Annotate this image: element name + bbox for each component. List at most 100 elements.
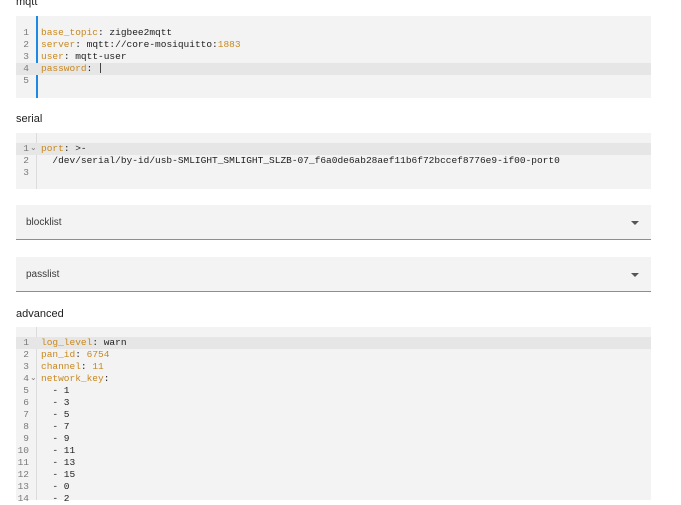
blocklist-label: blocklist: [26, 217, 62, 228]
code-line[interactable]: 6 - 3: [16, 397, 651, 409]
code-line[interactable]: 11 - 13: [16, 457, 651, 469]
yaml-key: password: [41, 63, 87, 74]
yaml-separator: :: [86, 63, 99, 74]
yaml-value: - 2: [41, 493, 70, 504]
code-text: pan_id: 6754: [41, 349, 109, 361]
code-line[interactable]: 2 /dev/serial/by-id/usb-SMLIGHT_SMLIGHT_…: [16, 155, 651, 167]
line-number: 3: [23, 51, 29, 62]
section-label-serial: serial: [16, 113, 43, 125]
yaml-value: /dev/serial/by-id/usb-SMLIGHT_SMLIGHT_SL…: [41, 155, 560, 166]
code-text: password:: [41, 63, 102, 75]
yaml-key: pan_id: [41, 349, 76, 360]
code-line[interactable]: 3 user: mqtt-user: [16, 51, 651, 63]
yaml-value: zigbee2mqtt: [109, 27, 173, 38]
code-text: channel: 11: [41, 361, 104, 373]
code-line[interactable]: 2 pan_id: 6754: [16, 349, 651, 361]
fold-chevron-icon: ⌄: [30, 374, 37, 383]
yaml-value: - 9: [41, 433, 70, 444]
line-number: 2: [23, 349, 29, 360]
yaml-separator: :: [92, 337, 104, 348]
yaml-separator: :: [75, 349, 87, 360]
passlist-dropdown[interactable]: passlist: [16, 257, 651, 292]
code-line[interactable]: 4 password:: [16, 63, 651, 75]
line-number: 12: [17, 469, 29, 480]
code-text: - 0: [41, 481, 69, 493]
yaml-value: - 7: [41, 421, 70, 432]
line-number: 1: [23, 337, 29, 348]
yaml-value: mqtt-user: [75, 51, 127, 62]
code-text: /dev/serial/by-id/usb-SMLIGHT_SMLIGHT_SL…: [41, 155, 560, 167]
line-number: 10: [17, 445, 29, 456]
code-line[interactable]: 14 - 2: [16, 493, 651, 505]
yaml-number: 6754: [86, 349, 110, 360]
line-number: 2: [23, 39, 29, 50]
passlist-label: passlist: [26, 269, 60, 280]
code-text: network_key:: [41, 373, 109, 385]
serial-yaml-editor[interactable]: 1 ⌄ port: >- 2 /dev/serial/by-id/usb-SMLIGH…: [16, 133, 651, 189]
line-number: 1: [23, 143, 29, 154]
yaml-value: - 15: [41, 469, 76, 480]
code-text: - 7: [41, 421, 70, 433]
line-number: 9: [23, 433, 29, 444]
yaml-value: mqtt://core-mosiquitto:: [86, 39, 218, 50]
line-number: 14: [17, 493, 29, 504]
code-line[interactable]: 5 - 1: [16, 385, 651, 397]
code-line[interactable]: 4 ⌄ network_key:: [16, 373, 651, 385]
code-text: server: mqtt://core-mosiquitto:1883: [41, 39, 241, 51]
section-label-advanced: advanced: [16, 308, 64, 320]
code-line[interactable]: 1 ⌄ port: >-: [16, 143, 651, 155]
yaml-key: port: [41, 143, 64, 154]
code-text: - 1: [41, 385, 70, 397]
code-line[interactable]: 7 - 5: [16, 409, 651, 421]
dropdown-arrow-icon: [631, 221, 639, 225]
yaml-value: >-: [75, 143, 87, 154]
yaml-number: 1883: [217, 39, 241, 50]
yaml-value: - 1: [41, 385, 70, 396]
mqtt-yaml-editor[interactable]: 1 base_topic: zigbee2mqtt 2 server: mqtt://…: [16, 16, 651, 98]
blocklist-dropdown[interactable]: blocklist: [16, 205, 651, 240]
code-line[interactable]: 9 - 9: [16, 433, 651, 445]
code-text: base_topic: zigbee2mqtt: [41, 27, 172, 39]
yaml-value: - 3: [41, 397, 70, 408]
yaml-value: warn: [103, 337, 127, 348]
code-line[interactable]: 13 - 0: [16, 481, 651, 493]
code-text: - 15: [41, 469, 75, 481]
line-number: 5: [23, 385, 29, 396]
advanced-yaml-editor[interactable]: 1 log_level: warn 2 pan_id: 6754 3 channel: 1…: [16, 327, 651, 504]
code-text: - 9: [41, 433, 70, 445]
code-line[interactable]: 5: [16, 75, 651, 87]
yaml-separator: :: [80, 361, 93, 372]
yaml-separator: :: [103, 373, 110, 384]
yaml-key: user: [41, 51, 64, 62]
code-text: log_level: warn: [41, 337, 127, 349]
code-line[interactable]: 3: [16, 167, 651, 179]
yaml-separator: :: [63, 143, 76, 154]
line-number: 5: [23, 75, 29, 86]
code-line[interactable]: 12 - 15: [16, 469, 651, 481]
text-caret: [100, 63, 102, 74]
code-text: user: mqtt-user: [41, 51, 127, 63]
code-line[interactable]: 1 log_level: warn: [16, 337, 651, 349]
code-line[interactable]: 3 channel: 11: [16, 361, 651, 373]
code-text: port: >-: [41, 143, 87, 155]
code-line[interactable]: 8 - 7: [16, 421, 651, 433]
code-text: - 3: [41, 397, 70, 409]
yaml-key: network_key: [41, 373, 104, 384]
yaml-key: channel: [41, 361, 81, 372]
code-line[interactable]: 1 base_topic: zigbee2mqtt: [16, 27, 651, 39]
line-number: 13: [17, 481, 29, 492]
yaml-key: log_level: [41, 337, 93, 348]
line-number: 4: [23, 373, 29, 384]
line-number: 11: [17, 457, 29, 468]
section-label-mqtt: mqtt: [16, 0, 38, 8]
yaml-key: server: [41, 39, 76, 50]
code-line[interactable]: 10 - 11: [16, 445, 651, 457]
line-number: 8: [23, 421, 29, 432]
line-number: 1: [23, 27, 29, 38]
code-line[interactable]: 2 server: mqtt://core-mosiquitto:1883: [16, 39, 651, 51]
yaml-separator: :: [75, 39, 87, 50]
code-text: - 11: [41, 445, 75, 457]
yaml-value: - 11: [41, 445, 76, 456]
line-number: 2: [23, 155, 29, 166]
line-number: 3: [23, 167, 29, 178]
